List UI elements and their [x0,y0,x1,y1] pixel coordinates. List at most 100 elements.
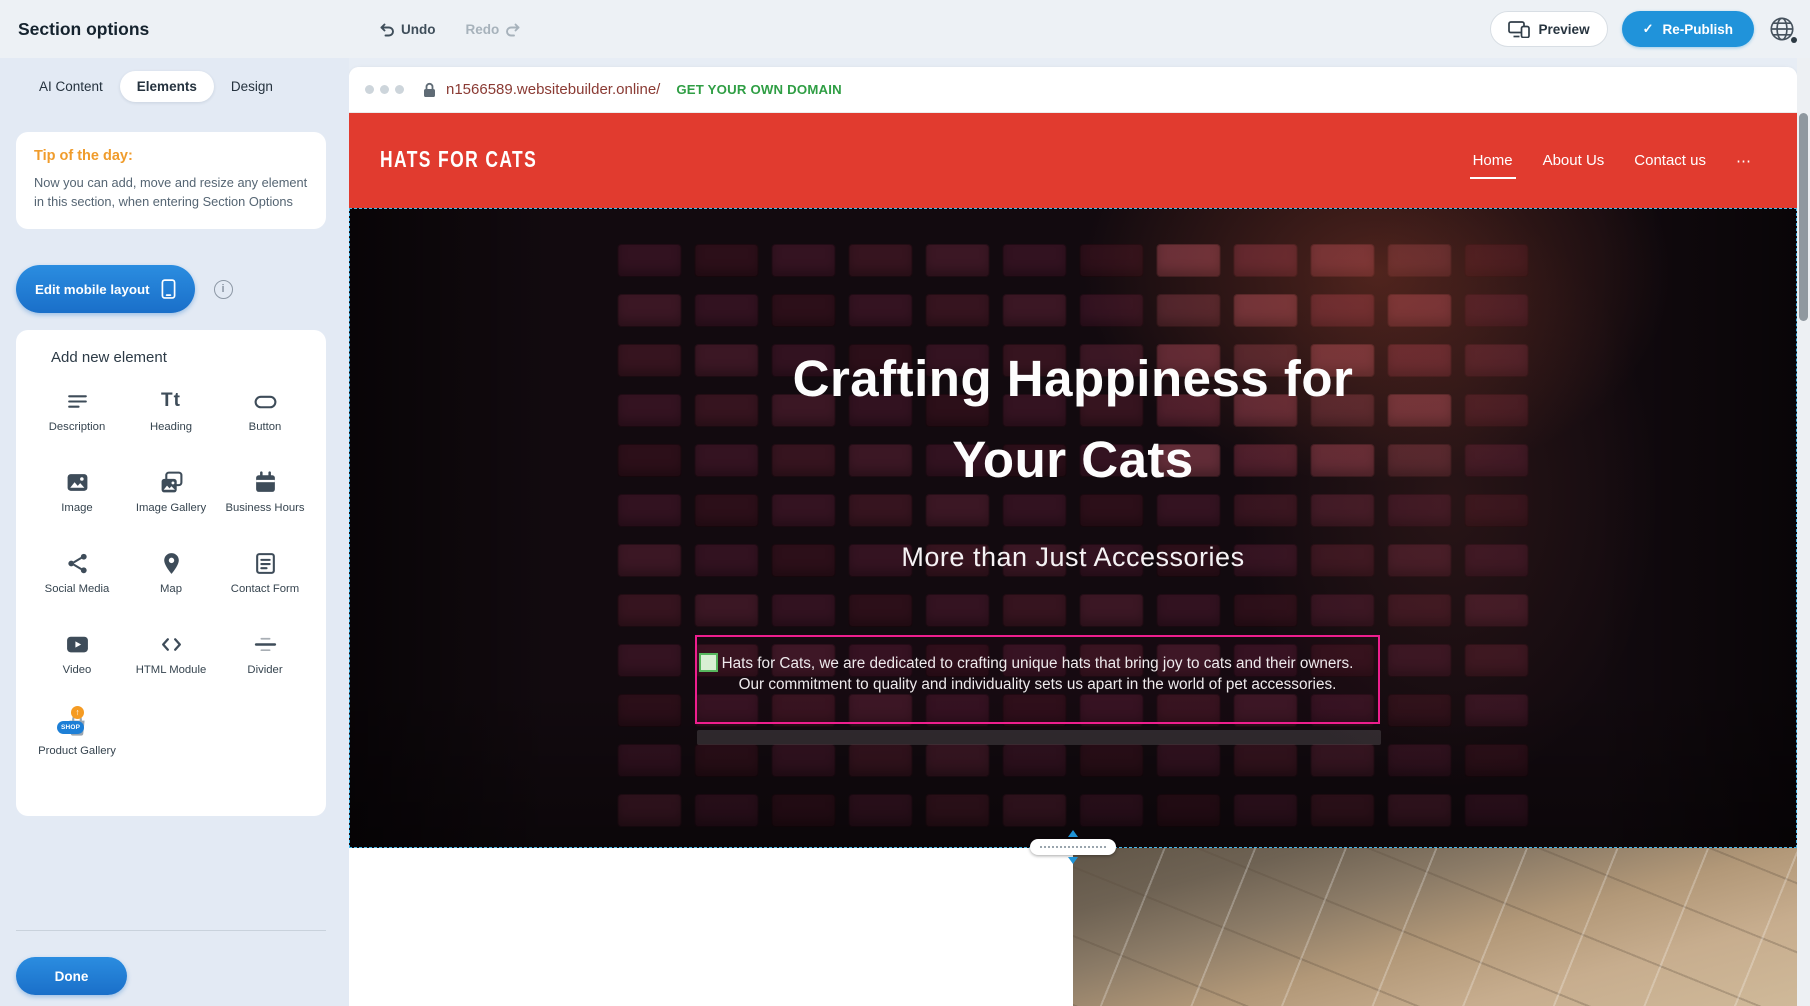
section-resize-handle[interactable] [1030,830,1116,864]
tab-elements[interactable]: Elements [120,71,214,102]
redo-label: Redo [466,22,500,37]
element-label: HTML Module [136,664,207,677]
heading-icon: Tt [161,390,181,412]
browser-url-bar[interactable]: n1566589.websitebuilder.online/ GET YOUR… [349,67,1797,113]
scrollbar-thumb[interactable] [1799,113,1808,321]
section-options-panel: AI Content Elements Design Tip of the da… [0,58,349,1006]
window-dot [380,85,389,94]
preview-button[interactable]: Preview [1490,11,1608,47]
globe-badge [1791,37,1797,43]
element-button[interactable]: Button [218,378,312,459]
done-button[interactable]: Done [16,957,127,995]
redo-icon [506,22,522,37]
sidebar-divider [16,930,326,931]
page-title: Section options [18,0,149,58]
panel-tabs: AI Content Elements Design [22,71,290,102]
image-icon [65,470,90,495]
hero-paragraph: Hats for Cats, we are dedicated to craft… [707,653,1368,695]
top-toolbar: Section options Undo Redo Preview ✓ Re-P… [0,0,1810,58]
element-divider[interactable]: Divider [218,621,312,702]
window-dots [365,85,404,94]
nav-item-home[interactable]: Home [1473,152,1513,169]
element-label: Product Gallery [38,745,116,758]
edit-mobile-label: Edit mobile layout [35,282,150,297]
next-section-pavement-photo[interactable] [1073,848,1797,1006]
element-map[interactable]: Map [124,540,218,621]
site-url: n1566589.websitebuilder.online/ [446,81,660,98]
element-label: Description [49,421,106,434]
product-gallery-icon: SHOP [64,712,90,738]
site-preview-window: n1566589.websitebuilder.online/ GET YOUR… [349,67,1797,1006]
hero-heading-line1: Crafting Happiness for [350,338,1796,419]
element-label: Button [249,421,282,434]
element-contact-form[interactable]: Contact Form [218,540,312,621]
history-controls: Undo Redo [378,0,522,58]
element-label: Contact Form [231,583,299,596]
redo-button[interactable]: Redo [466,22,523,37]
scrollbar-track[interactable] [1797,58,1810,1006]
contact-form-icon [253,551,278,576]
element-label: Social Media [45,583,110,596]
arrow-up-icon [1068,830,1078,837]
undo-button[interactable]: Undo [378,22,436,37]
site-header[interactable]: HATS FOR CATS Home About Us Contact us ⋯ [349,113,1797,208]
devices-icon [1508,21,1530,38]
get-domain-link[interactable]: GET YOUR OWN DOMAIN [676,82,841,97]
html-module-icon [159,632,184,657]
element-image-gallery[interactable]: Image Gallery [124,459,218,540]
element-product-gallery[interactable]: SHOP Product Gallery [30,702,124,783]
nav-item-contact[interactable]: Contact us [1634,152,1706,169]
undo-label: Undo [401,22,436,37]
element-social-media[interactable]: Social Media [30,540,124,621]
hero-section-selected[interactable]: Crafting Happiness for Your Cats More th… [349,208,1797,848]
preview-label: Preview [1539,22,1590,37]
element-label: Business Hours [225,502,304,515]
selected-text-element[interactable]: Hats for Cats, we are dedicated to craft… [695,635,1380,724]
element-label: Map [160,583,182,596]
language-globe-button[interactable] [1768,15,1796,43]
republish-button[interactable]: ✓ Re-Publish [1622,11,1754,47]
site-nav: Home About Us Contact us ⋯ [1473,113,1751,208]
republish-label: Re-Publish [1662,22,1733,37]
tip-title: Tip of the day: [34,148,308,164]
undo-icon [378,22,394,37]
resize-handle-left[interactable] [699,653,718,672]
element-label: Video [63,664,92,677]
element-business-hours[interactable]: Business Hours [218,459,312,540]
window-dot [395,85,404,94]
info-icon[interactable]: i [214,280,233,299]
tab-ai-content[interactable]: AI Content [22,71,120,102]
social-media-icon [65,551,90,576]
tab-design[interactable]: Design [214,71,290,102]
element-video[interactable]: Video [30,621,124,702]
map-icon [159,551,184,576]
next-section[interactable] [349,848,1797,1006]
site-logo[interactable]: HATS FOR CATS [380,147,537,174]
upgrade-badge-icon [71,706,84,719]
shop-badge: SHOP [57,721,84,734]
element-description[interactable]: Description [30,378,124,459]
drag-pill [1030,839,1116,855]
mobile-layout-row: Edit mobile layout i [16,265,233,313]
tip-body: Now you can add, move and resize any ele… [34,173,308,211]
element-heading[interactable]: Tt Heading [124,378,218,459]
next-section-white-area[interactable] [349,848,1073,1006]
nav-item-about[interactable]: About Us [1543,152,1605,169]
element-grid: Description Tt Heading Button Image Imag… [16,374,326,783]
lock-icon [423,82,436,98]
check-icon: ✓ [1643,21,1654,37]
element-label: Divider [247,664,282,677]
add-element-title: Add new element [51,349,326,366]
element-ghost-bar [697,730,1381,745]
hero-heading[interactable]: Crafting Happiness for Your Cats [350,338,1796,500]
nav-item-more[interactable]: ⋯ [1736,152,1751,170]
toolbar-actions: Preview ✓ Re-Publish [1490,11,1796,47]
element-image[interactable]: Image [30,459,124,540]
button-icon [253,389,278,414]
element-label: Image Gallery [136,502,206,515]
business-hours-icon [253,470,278,495]
edit-mobile-layout-button[interactable]: Edit mobile layout [16,265,195,313]
image-gallery-icon [159,470,184,495]
hero-subheading[interactable]: More than Just Accessories [350,539,1796,575]
element-html-module[interactable]: HTML Module [124,621,218,702]
